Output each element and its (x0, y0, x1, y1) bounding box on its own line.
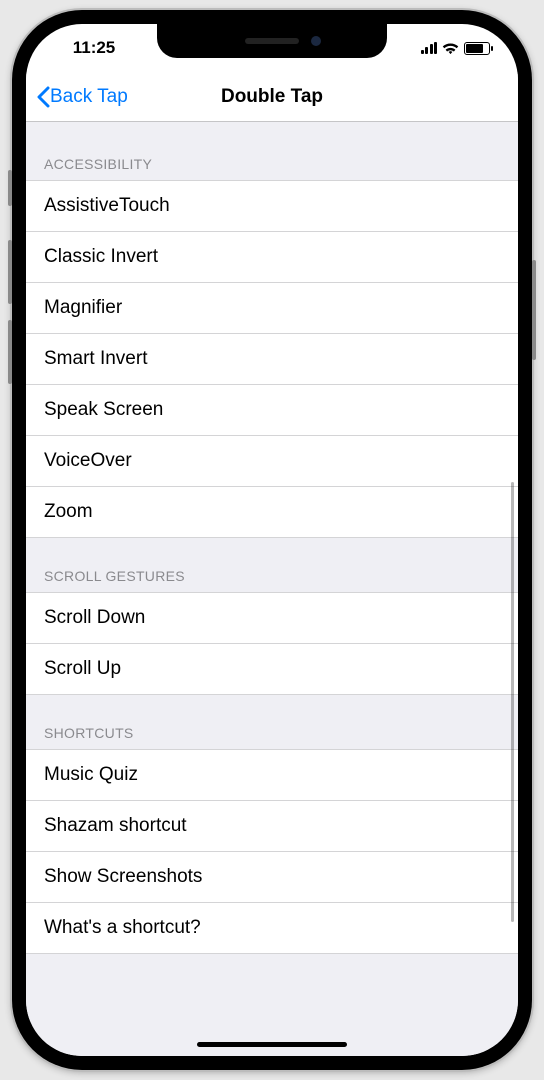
wifi-icon (442, 42, 459, 55)
back-button[interactable]: Back Tap (26, 86, 128, 108)
list-item[interactable]: Scroll Up (26, 644, 518, 695)
list-item[interactable]: Shazam shortcut (26, 801, 518, 852)
scroll-indicator[interactable] (511, 482, 514, 922)
chevron-left-icon (36, 86, 50, 108)
status-time: 11:25 (54, 38, 134, 58)
status-indicators (400, 42, 490, 55)
back-label: Back Tap (50, 86, 128, 108)
row-label: VoiceOver (44, 450, 132, 471)
front-camera (311, 36, 321, 46)
side-button (532, 260, 536, 360)
notch (157, 24, 387, 58)
cellular-icon (421, 42, 438, 54)
row-label: Scroll Down (44, 607, 145, 628)
row-label: Classic Invert (44, 246, 158, 267)
section-header-shortcuts: SHORTCUTS (26, 695, 518, 749)
battery-icon (464, 42, 490, 55)
row-label: Speak Screen (44, 399, 163, 420)
row-label: Music Quiz (44, 764, 138, 785)
iphone-frame: 11:25 Back Tap Double Tap ACCESSI (12, 10, 532, 1070)
row-label: Smart Invert (44, 348, 147, 369)
navigation-bar: Back Tap Double Tap (26, 72, 518, 122)
list-item[interactable]: AssistiveTouch (26, 180, 518, 232)
list-item[interactable]: Classic Invert (26, 232, 518, 283)
row-label: Magnifier (44, 297, 122, 318)
list-item[interactable]: Zoom (26, 487, 518, 538)
list-item[interactable]: Magnifier (26, 283, 518, 334)
row-label: Scroll Up (44, 658, 121, 679)
list-item[interactable]: Show Screenshots (26, 852, 518, 903)
screen: 11:25 Back Tap Double Tap ACCESSI (26, 24, 518, 1056)
row-label: Zoom (44, 501, 93, 522)
list-item[interactable]: Speak Screen (26, 385, 518, 436)
home-indicator[interactable] (197, 1042, 347, 1047)
list-item[interactable]: Music Quiz (26, 749, 518, 801)
list-item[interactable]: VoiceOver (26, 436, 518, 487)
list-item[interactable]: What's a shortcut? (26, 903, 518, 954)
list-item[interactable]: Smart Invert (26, 334, 518, 385)
row-label: What's a shortcut? (44, 917, 201, 938)
row-label: Show Screenshots (44, 866, 202, 887)
content-scroll[interactable]: ACCESSIBILITY AssistiveTouch Classic Inv… (26, 122, 518, 1056)
side-button (8, 320, 12, 384)
speaker (245, 38, 299, 44)
side-button (8, 240, 12, 304)
list-item[interactable]: Scroll Down (26, 592, 518, 644)
row-label: Shazam shortcut (44, 815, 187, 836)
section-header-scroll-gestures: SCROLL GESTURES (26, 538, 518, 592)
page-title: Double Tap (221, 86, 323, 108)
side-button (8, 170, 12, 206)
row-label: AssistiveTouch (44, 195, 170, 216)
section-header-accessibility: ACCESSIBILITY (26, 122, 518, 180)
